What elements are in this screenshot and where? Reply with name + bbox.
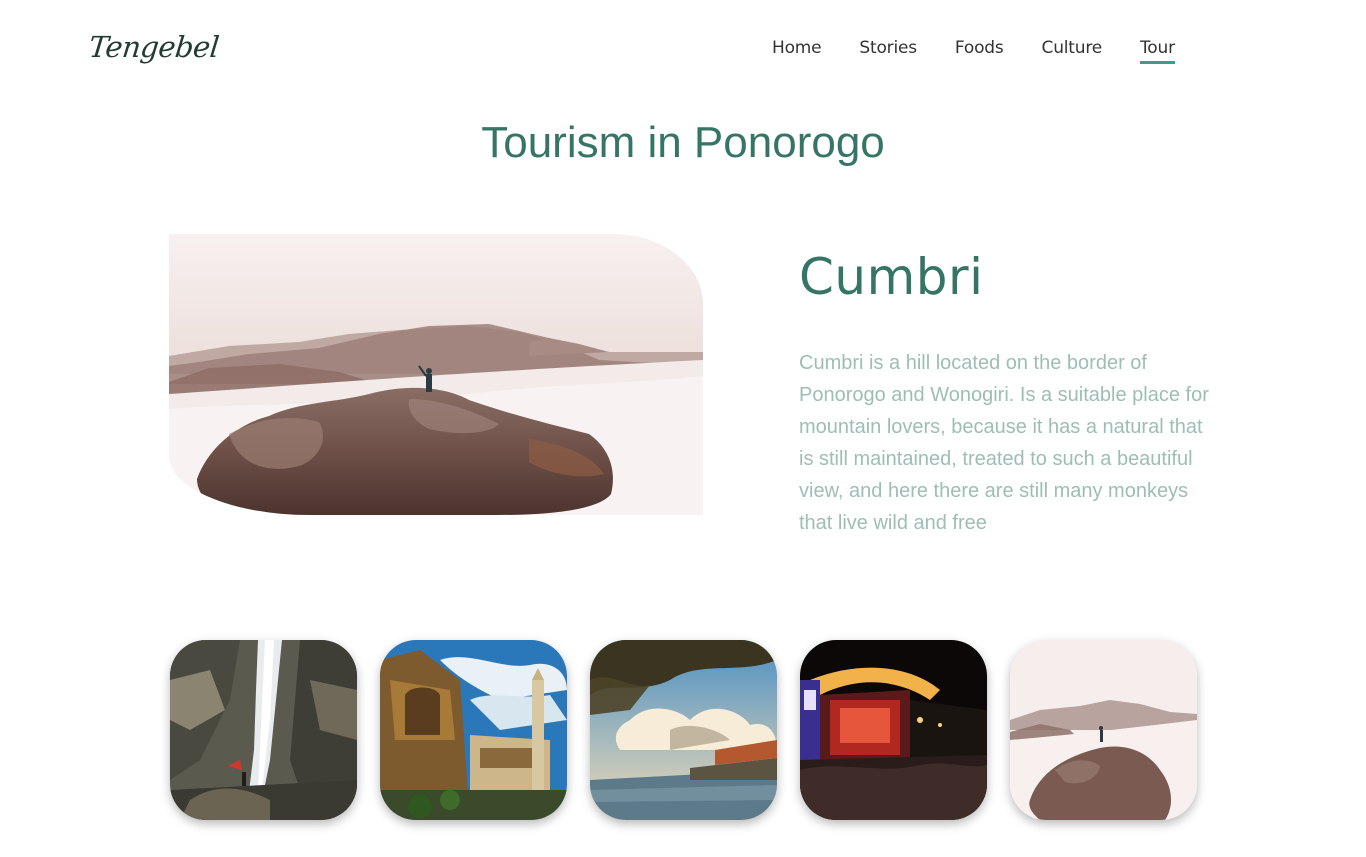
thumbnail-cumbri[interactable] (1010, 640, 1197, 820)
nav-stories[interactable]: Stories (859, 38, 917, 64)
nav-home[interactable]: Home (772, 38, 822, 64)
featured-image (169, 234, 703, 515)
brand-logo[interactable]: Tengebel (87, 30, 220, 64)
page: Tengebel Home Stories Foods Culture Tour… (0, 0, 1366, 857)
nav-culture[interactable]: Culture (1042, 38, 1103, 64)
thumbnail-festival-stage[interactable] (800, 640, 987, 820)
tour-thumbnail-row (170, 640, 1197, 820)
nav-tour[interactable]: Tour (1140, 38, 1175, 64)
main-nav: Home Stories Foods Culture Tour (772, 38, 1213, 64)
thumbnail-mosque[interactable] (380, 640, 567, 820)
page-title: Tourism in Ponorogo (481, 118, 885, 167)
nav-foods[interactable]: Foods (955, 38, 1004, 64)
featured-place-description: Cumbri is a hill located on the border o… (799, 352, 1209, 534)
thumbnail-lake[interactable] (590, 640, 777, 820)
thumbnail-waterfall[interactable] (170, 640, 357, 820)
featured-place-name: Cumbri (799, 248, 984, 306)
